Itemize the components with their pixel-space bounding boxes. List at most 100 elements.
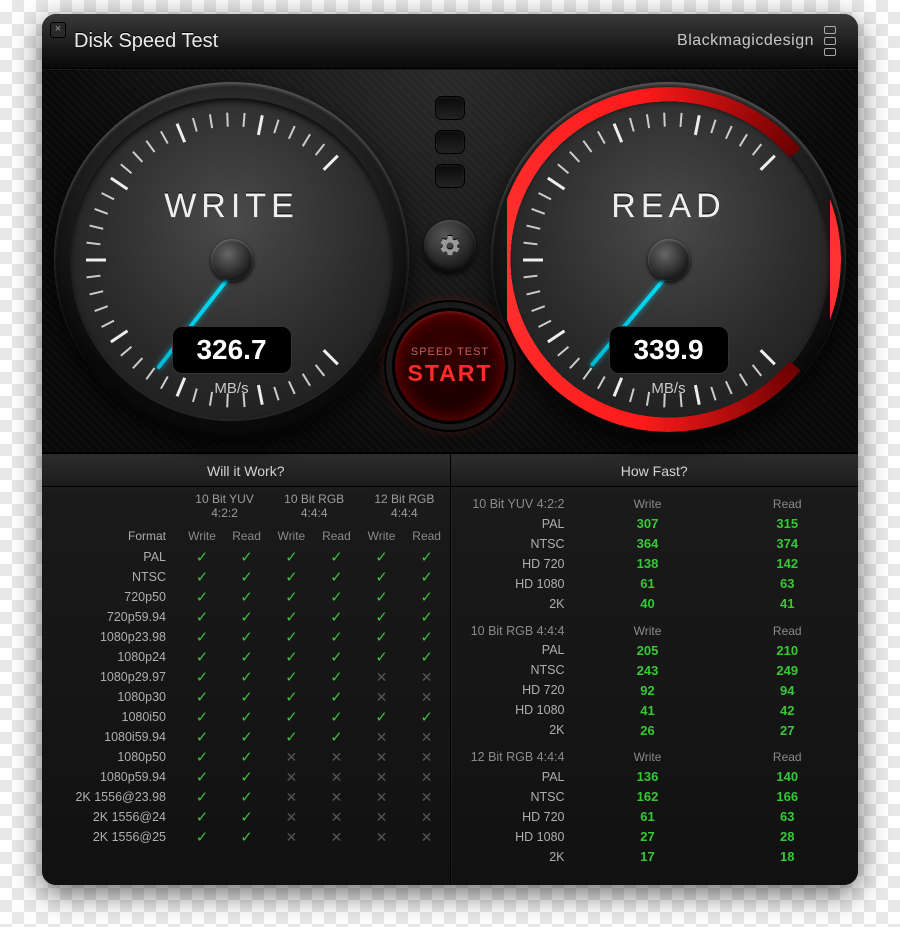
check-icon: ✓	[240, 769, 253, 786]
how-fast-panel: How Fast? 10 Bit YUV 4:2:2WriteReadPAL30…	[450, 454, 859, 885]
hf-read-val: 94	[717, 680, 859, 700]
start-small-label: SPEED TEST	[411, 346, 489, 358]
format-label: HD 720	[451, 807, 579, 827]
window-title: Disk Speed Test	[74, 30, 218, 53]
hf-write-val: 27	[579, 827, 717, 847]
format-label: HD 1080	[451, 827, 579, 847]
wiw-sub-w2: Write	[359, 524, 404, 547]
format-label: 1080i59.94	[42, 727, 180, 747]
check-icon: ✓	[240, 649, 253, 666]
format-label: PAL	[451, 767, 579, 787]
write-value: 326.7	[172, 326, 292, 374]
wiw-group-1: 10 Bit RGB 4:4:4	[269, 487, 359, 524]
check-icon: ✓	[375, 609, 388, 626]
check-icon: ✓	[196, 769, 209, 786]
format-label: PAL	[451, 514, 579, 534]
hf-group-header: 10 Bit RGB 4:4:4WriteRead	[451, 614, 859, 641]
hf-group-name: 12 Bit RGB 4:4:4	[451, 740, 579, 767]
write-unit: MB/s	[172, 380, 292, 397]
check-icon: ✓	[285, 669, 298, 686]
results-area: Will it Work? 10 Bit YUV 4:2:2 10 Bit RG…	[42, 454, 858, 885]
hf-write-val: 364	[579, 534, 717, 554]
check-icon: ✓	[196, 809, 209, 826]
check-icon: ✓	[196, 789, 209, 806]
check-icon: ✓	[196, 549, 209, 566]
read-gauge: READ 339.9 MB/s	[491, 82, 846, 437]
wiw-sub-w1: Write	[269, 524, 314, 547]
wiw-row: 1080p50✓✓✕✕✕✕	[42, 747, 450, 767]
check-icon: ✓	[420, 569, 433, 586]
wiw-group-0: 10 Bit YUV 4:2:2	[180, 487, 269, 524]
app-window: × Disk Speed Test Blackmagicdesign WRITE…	[42, 14, 858, 885]
hf-read-val: 249	[717, 660, 859, 680]
hf-read-val: 63	[717, 807, 859, 827]
cross-icon: ✕	[421, 789, 433, 805]
cross-icon: ✕	[421, 809, 433, 825]
check-icon: ✓	[196, 709, 209, 726]
close-button[interactable]: ×	[50, 22, 66, 38]
wiw-sub-w0: Write	[180, 524, 224, 547]
hf-row: NTSC243249	[451, 660, 859, 680]
check-icon: ✓	[240, 709, 253, 726]
hf-read-val: 142	[717, 554, 859, 574]
cross-icon: ✕	[285, 809, 297, 825]
hf-row: HD 720138142	[451, 554, 859, 574]
check-icon: ✓	[375, 649, 388, 666]
cross-icon: ✕	[331, 829, 343, 845]
format-label: 2K	[451, 847, 579, 867]
check-icon: ✓	[240, 789, 253, 806]
wiw-format-header: Format	[42, 524, 180, 547]
check-icon: ✓	[330, 569, 343, 586]
check-icon: ✓	[330, 709, 343, 726]
wiw-row: 1080p23.98✓✓✓✓✓✓	[42, 627, 450, 647]
wiw-row: 1080p24✓✓✓✓✓✓	[42, 647, 450, 667]
settings-button[interactable]	[424, 220, 476, 272]
hf-read-val: 374	[717, 534, 859, 554]
cross-icon: ✕	[376, 689, 388, 705]
check-icon: ✓	[285, 729, 298, 746]
check-icon: ✓	[420, 649, 433, 666]
brand-label: Blackmagicdesign	[677, 26, 836, 56]
check-icon: ✓	[285, 649, 298, 666]
gauge-area: WRITE 326.7 MB/s READ 339.9 MB/s	[42, 69, 858, 454]
cross-icon: ✕	[421, 749, 433, 765]
hf-row: NTSC162166	[451, 787, 859, 807]
check-icon: ✓	[330, 729, 343, 746]
check-icon: ✓	[285, 609, 298, 626]
start-button[interactable]: SPEED TEST START	[392, 308, 508, 424]
hf-write-val: 41	[579, 700, 717, 720]
read-readout: 339.9 MB/s	[609, 326, 729, 397]
wiw-sub-r1: Read	[314, 524, 360, 547]
check-icon: ✓	[375, 549, 388, 566]
format-label: NTSC	[451, 787, 579, 807]
format-label: HD 720	[451, 680, 579, 700]
wiw-row: 720p50✓✓✓✓✓✓	[42, 587, 450, 607]
read-value: 339.9	[609, 326, 729, 374]
cross-icon: ✕	[421, 829, 433, 845]
cross-icon: ✕	[376, 829, 388, 845]
hf-read-val: 210	[717, 640, 859, 660]
wiw-row: 1080i59.94✓✓✓✓✕✕	[42, 727, 450, 747]
hf-write-val: 26	[579, 720, 717, 740]
check-icon: ✓	[196, 689, 209, 706]
check-icon: ✓	[240, 629, 253, 646]
format-label: 1080p59.94	[42, 767, 180, 787]
wiw-row: 2K 1556@24✓✓✕✕✕✕	[42, 807, 450, 827]
format-label: 2K 1556@24	[42, 807, 180, 827]
check-icon: ✓	[196, 669, 209, 686]
hf-write-val: 17	[579, 847, 717, 867]
format-label: 720p50	[42, 587, 180, 607]
check-icon: ✓	[240, 689, 253, 706]
check-icon: ✓	[240, 669, 253, 686]
read-unit: MB/s	[609, 380, 729, 397]
check-icon: ✓	[330, 669, 343, 686]
brand-logo-icon	[824, 26, 836, 56]
cross-icon: ✕	[331, 769, 343, 785]
format-label: 2K 1556@23.98	[42, 787, 180, 807]
hf-sub-write: Write	[579, 487, 717, 514]
format-label: 2K	[451, 720, 579, 740]
format-label: 1080i50	[42, 707, 180, 727]
write-gauge-label: WRITE	[54, 187, 409, 226]
wiw-row: PAL✓✓✓✓✓✓	[42, 547, 450, 567]
hf-group-name: 10 Bit RGB 4:4:4	[451, 614, 579, 641]
